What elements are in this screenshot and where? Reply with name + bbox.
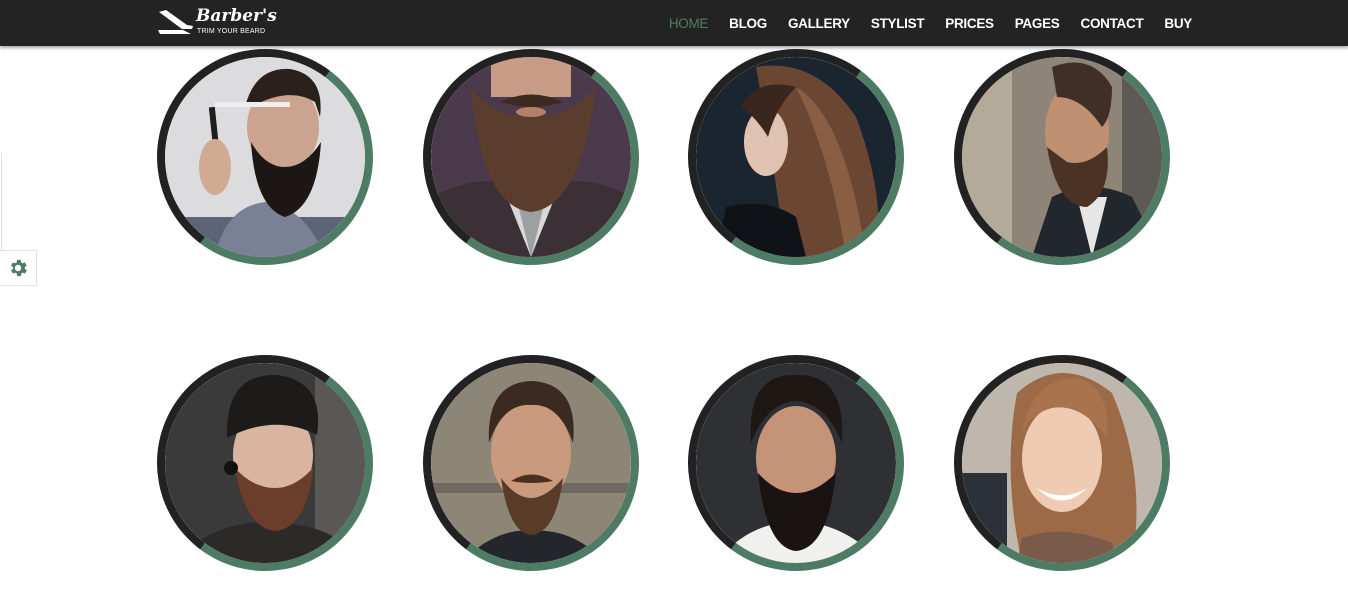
gallery-photo xyxy=(696,57,896,257)
gallery-photo xyxy=(431,57,631,257)
nav-prices[interactable]: PRICES xyxy=(945,16,994,31)
gallery-photo xyxy=(431,363,631,563)
gallery-photo xyxy=(165,57,365,257)
gallery-item-2[interactable] xyxy=(409,35,653,279)
nav-home[interactable]: HOME xyxy=(669,16,709,31)
gallery-photo xyxy=(962,57,1162,257)
gallery-photo xyxy=(696,363,896,563)
logo-brand-text: Barber's xyxy=(196,6,277,26)
gallery-item-7[interactable] xyxy=(674,341,918,585)
razor-icon xyxy=(158,10,193,34)
site-logo[interactable]: Barber's TRIM YOUR BEARD xyxy=(157,6,277,38)
nav-blog[interactable]: BLOG xyxy=(729,16,767,31)
gallery-item-8[interactable] xyxy=(940,341,1184,585)
main-menu: HOME BLOG GALLERY STYLIST PRICES PAGES C… xyxy=(669,0,1192,46)
side-panel-edge xyxy=(1,153,2,250)
gallery-item-6[interactable] xyxy=(409,341,653,585)
nav-pages[interactable]: PAGES xyxy=(1015,16,1060,31)
gallery-photo xyxy=(962,363,1162,563)
logo-tagline: TRIM YOUR BEARD xyxy=(197,28,266,35)
gallery-item-3[interactable] xyxy=(674,35,918,279)
gear-icon xyxy=(11,259,27,277)
gallery-item-5[interactable] xyxy=(143,341,387,585)
settings-toggle-button[interactable] xyxy=(0,250,37,286)
gallery-photo xyxy=(165,363,365,563)
nav-stylist[interactable]: STYLIST xyxy=(871,16,925,31)
top-navbar: Barber's TRIM YOUR BEARD HOME BLOG GALLE… xyxy=(0,0,1348,46)
gallery-item-4[interactable] xyxy=(940,35,1184,279)
gallery-item-1[interactable] xyxy=(143,35,387,279)
nav-buy[interactable]: BUY xyxy=(1164,16,1192,31)
nav-gallery[interactable]: GALLERY xyxy=(788,16,850,31)
nav-contact[interactable]: CONTACT xyxy=(1081,16,1144,31)
